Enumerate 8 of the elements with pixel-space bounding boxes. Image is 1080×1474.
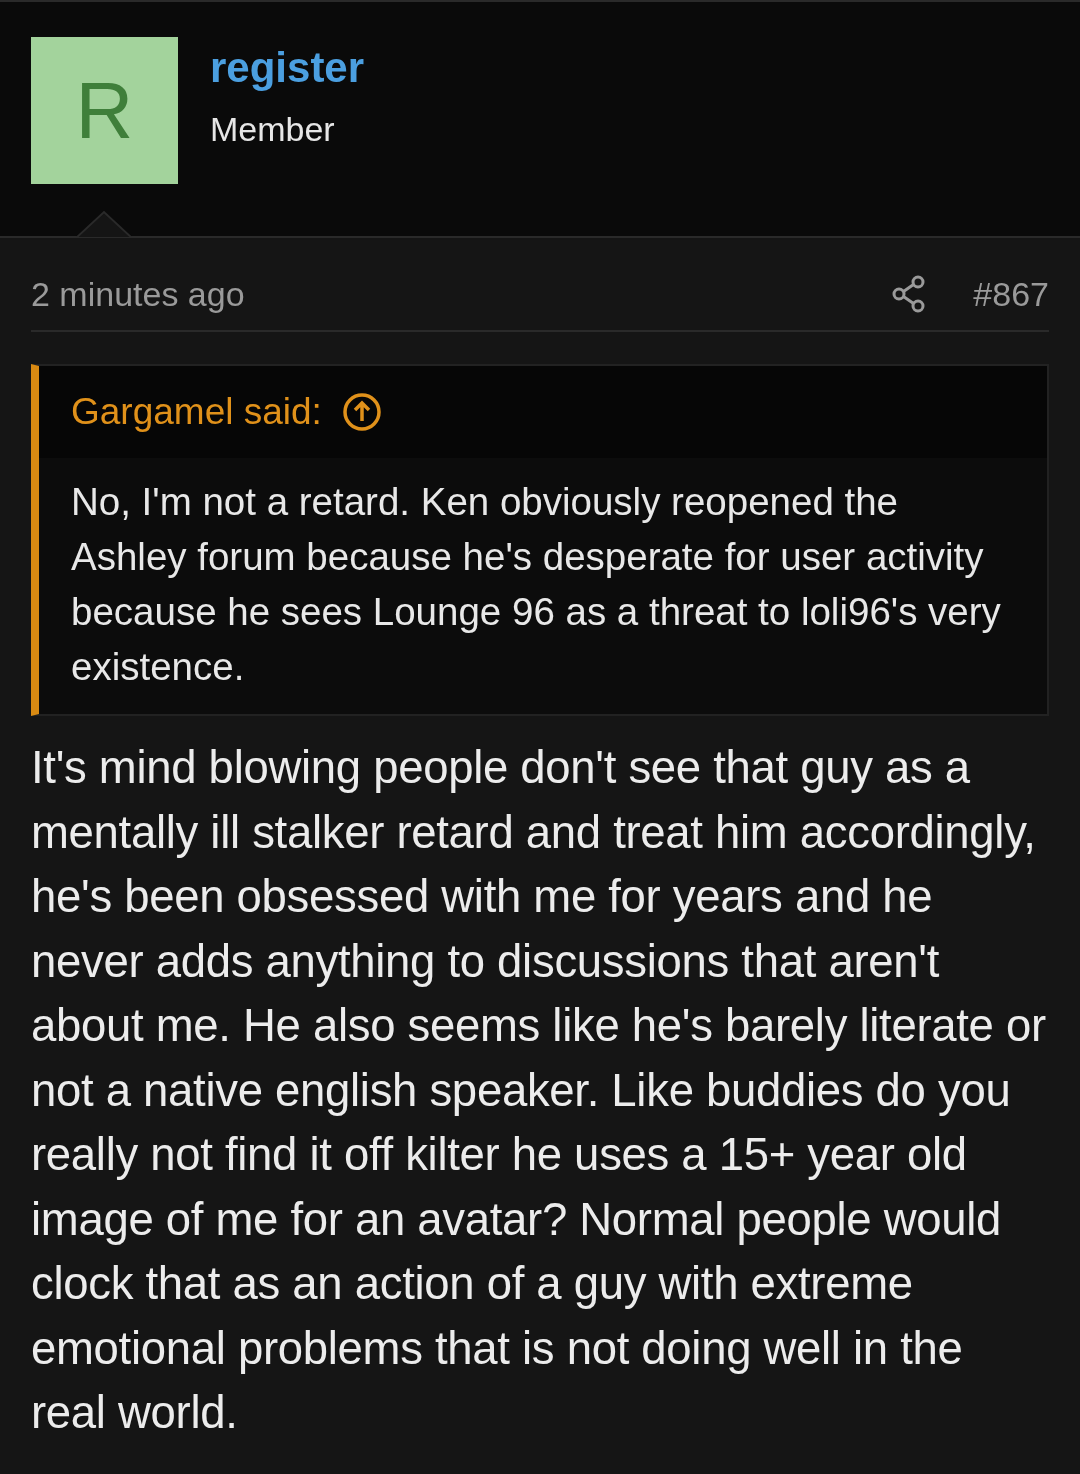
user-role: Member: [210, 109, 336, 149]
quote-text: No, I'm not a retard. Ken obviously reopened the Ashley forum because he's desperate for user activity because he sees Lounge 96 as a threat to loli96's very existence.: [70, 479, 1002, 690]
post-time[interactable]: 2 minutes ago: [31, 268, 245, 320]
post-body: It's mind blowing people don't see that guy as a mentally ill stalker retard and treat him accordingly, he's been obsessed with me for years and he never adds anything to discussions that aren't about me. He also seems like he's barely literate or not a native english speaker. Like buddies do you really not find it off kilter he uses a 15+ year old image of me for an avatar? Normal people would clock that as an action of a guy with extreme emotional problems that is not doing well in the real world.: [31, 741, 1047, 1440]
username-link[interactable]: register: [210, 41, 365, 95]
post-number-link[interactable]: #867: [973, 268, 1049, 320]
quote-author-link[interactable]: Gargamel said:: [71, 384, 322, 440]
arrow-up-circle-icon[interactable]: [341, 392, 382, 432]
